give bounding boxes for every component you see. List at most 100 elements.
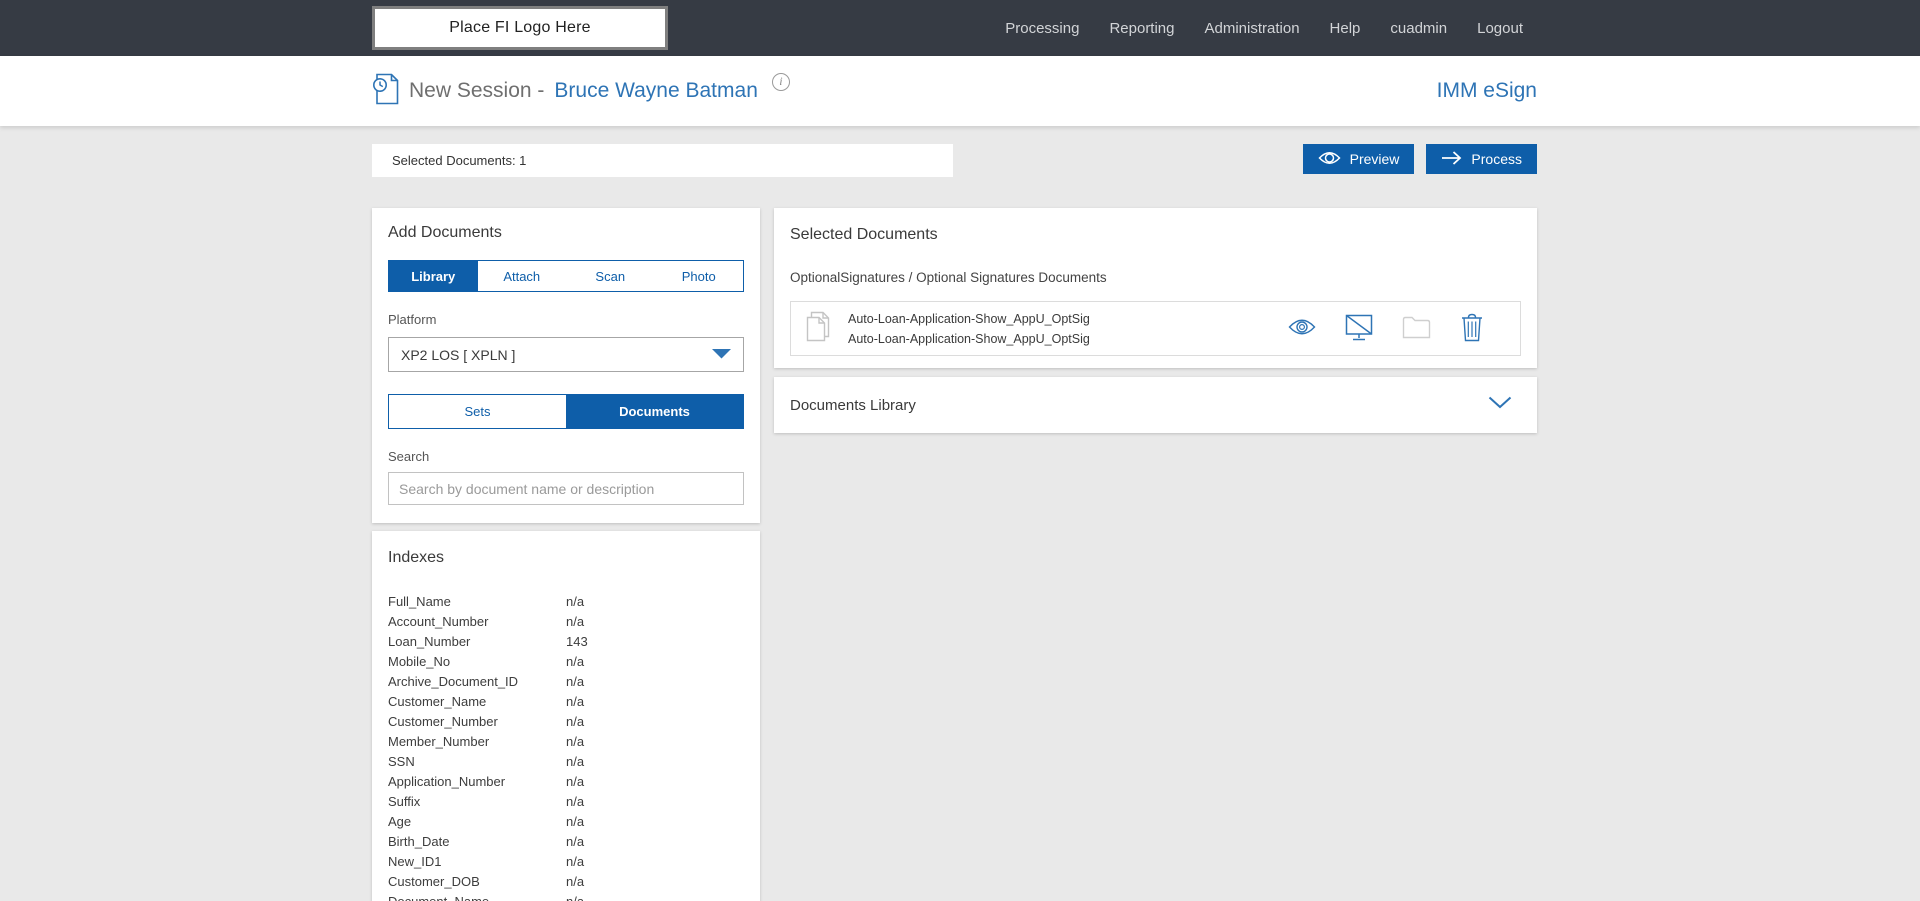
index-row: Suffix n/a bbox=[388, 791, 744, 811]
index-value: n/a bbox=[566, 753, 585, 769]
search-label: Search bbox=[388, 449, 430, 464]
document-description: Auto-Loan-Application-Show_AppU_OptSig bbox=[848, 331, 1090, 346]
selected-documents-panel: Selected Documents OptionalSignatures / … bbox=[774, 208, 1537, 368]
tab-photo[interactable]: Photo bbox=[654, 261, 743, 291]
in-person-signing-monitor-button[interactable] bbox=[1345, 314, 1373, 344]
tab-scan[interactable]: Scan bbox=[566, 261, 655, 291]
index-label: Member_Number bbox=[388, 733, 490, 749]
index-label: Loan_Number bbox=[388, 633, 471, 649]
menu-item-reporting[interactable]: Reporting bbox=[1109, 20, 1174, 37]
content-area: Selected Documents: 1 Preview Process Ad… bbox=[0, 126, 1920, 901]
page-header: New Session - Bruce Wayne Batman i IMM e… bbox=[0, 56, 1920, 126]
platform-label: Platform bbox=[388, 312, 437, 327]
platform-dropdown-value: XP2 LOS [ XPLN ] bbox=[401, 346, 516, 363]
eye-icon bbox=[1288, 318, 1316, 339]
index-label: Customer_DOB bbox=[388, 873, 480, 889]
eye-icon bbox=[1318, 151, 1341, 168]
new-session-icon bbox=[372, 73, 399, 110]
index-value: n/a bbox=[566, 613, 585, 629]
index-label: Document_Name bbox=[388, 893, 490, 901]
folder-button[interactable] bbox=[1402, 315, 1431, 342]
document-pages-icon bbox=[803, 311, 830, 347]
documents-library-panel[interactable]: Documents Library bbox=[774, 377, 1537, 433]
document-group-heading: OptionalSignatures / Optional Signatures… bbox=[790, 270, 1107, 285]
platform-dropdown[interactable]: XP2 LOS [ XPLN ] bbox=[388, 337, 744, 372]
session-label: New Session - bbox=[409, 79, 545, 102]
process-button[interactable]: Process bbox=[1426, 144, 1537, 174]
add-documents-tabs: Library Attach Scan Photo bbox=[388, 260, 744, 292]
menu-item-help[interactable]: Help bbox=[1330, 20, 1361, 37]
index-row: Loan_Number 143 bbox=[388, 631, 744, 651]
index-label: Customer_Name bbox=[388, 693, 487, 709]
index-value: n/a bbox=[566, 733, 585, 749]
trash-icon bbox=[1460, 313, 1484, 345]
index-value: n/a bbox=[566, 713, 585, 729]
index-row: Age n/a bbox=[388, 811, 744, 831]
index-value: n/a bbox=[566, 653, 585, 669]
index-label: Full_Name bbox=[388, 593, 451, 609]
app-brand: IMM eSign bbox=[1436, 79, 1537, 102]
info-icon[interactable]: i bbox=[771, 72, 790, 91]
add-documents-title: Add Documents bbox=[388, 224, 502, 241]
index-label: New_ID1 bbox=[388, 853, 442, 869]
menu-item-processing[interactable]: Processing bbox=[1005, 20, 1079, 37]
menu-item-logout[interactable]: Logout bbox=[1477, 20, 1523, 37]
main-menu: Processing Reporting Administration Help… bbox=[1005, 20, 1537, 37]
folder-icon bbox=[1402, 315, 1431, 342]
chevron-down-icon[interactable] bbox=[1488, 396, 1512, 414]
indexes-title: Indexes bbox=[388, 549, 445, 566]
document-actions bbox=[1288, 313, 1484, 345]
indexes-panel: Indexes Full_Name n/a Account_Number n/a… bbox=[372, 531, 760, 901]
view-document-button[interactable] bbox=[1288, 318, 1316, 339]
document-name: Auto-Loan-Application-Show_AppU_OptSig bbox=[848, 311, 1090, 326]
add-documents-panel: Add Documents Library Attach Scan Photo … bbox=[372, 208, 760, 523]
tab-library[interactable]: Library bbox=[389, 261, 478, 291]
index-value: n/a bbox=[566, 593, 585, 609]
selected-documents-summary: Selected Documents: 1 bbox=[372, 144, 953, 177]
index-row: Full_Name n/a bbox=[388, 591, 744, 611]
sets-documents-toggle: Sets Documents bbox=[388, 394, 744, 429]
top-navbar: Place FI Logo Here Processing Reporting … bbox=[0, 0, 1920, 56]
index-label: Birth_Date bbox=[388, 833, 450, 849]
chevron-down-icon bbox=[712, 346, 731, 364]
index-label: Customer_Number bbox=[388, 713, 498, 729]
session-title: New Session - Bruce Wayne Batman i bbox=[372, 72, 790, 110]
index-row: Customer_Number n/a bbox=[388, 711, 744, 731]
toggle-documents[interactable]: Documents bbox=[566, 395, 743, 428]
index-value: n/a bbox=[566, 873, 585, 889]
menu-item-user-cuadmin[interactable]: cuadmin bbox=[1390, 20, 1447, 37]
index-value: n/a bbox=[566, 833, 585, 849]
index-label: Account_Number bbox=[388, 613, 489, 629]
index-label: Mobile_No bbox=[388, 653, 451, 669]
monitor-slash-icon bbox=[1345, 314, 1373, 344]
arrow-right-icon bbox=[1441, 150, 1462, 169]
selected-documents-title: Selected Documents bbox=[790, 226, 938, 243]
index-row: Mobile_No n/a bbox=[388, 651, 744, 671]
tab-attach[interactable]: Attach bbox=[477, 261, 566, 291]
index-value: n/a bbox=[566, 773, 585, 789]
document-text: Auto-Loan-Application-Show_AppU_OptSig A… bbox=[848, 309, 1090, 349]
menu-item-administration[interactable]: Administration bbox=[1205, 20, 1300, 37]
index-row: Archive_Document_ID n/a bbox=[388, 671, 744, 691]
preview-button[interactable]: Preview bbox=[1302, 144, 1415, 174]
index-row: New_ID1 n/a bbox=[388, 851, 744, 871]
index-label: Archive_Document_ID bbox=[388, 673, 519, 689]
session-user-link[interactable]: Bruce Wayne Batman bbox=[554, 79, 757, 103]
documents-library-title: Documents Library bbox=[790, 396, 916, 414]
indexes-list: Full_Name n/a Account_Number n/a Loan_Nu… bbox=[388, 591, 744, 901]
index-row: Member_Number n/a bbox=[388, 731, 744, 751]
index-row: Birth_Date n/a bbox=[388, 831, 744, 851]
toggle-sets[interactable]: Sets bbox=[389, 395, 566, 428]
index-value: n/a bbox=[566, 813, 585, 829]
index-label: Application_Number bbox=[388, 773, 506, 789]
index-row: Customer_Name n/a bbox=[388, 691, 744, 711]
fi-logo-placeholder: Place FI Logo Here bbox=[372, 6, 668, 50]
index-label: Suffix bbox=[388, 793, 421, 809]
index-row: Document_Name n/a bbox=[388, 891, 744, 901]
index-value: n/a bbox=[566, 893, 585, 901]
delete-document-button[interactable] bbox=[1460, 313, 1484, 345]
action-buttons: Preview Process bbox=[1302, 144, 1537, 174]
index-label: SSN bbox=[388, 753, 415, 769]
search-input[interactable] bbox=[388, 472, 744, 505]
session-toolbar: Selected Documents: 1 Preview Process bbox=[372, 144, 1537, 177]
